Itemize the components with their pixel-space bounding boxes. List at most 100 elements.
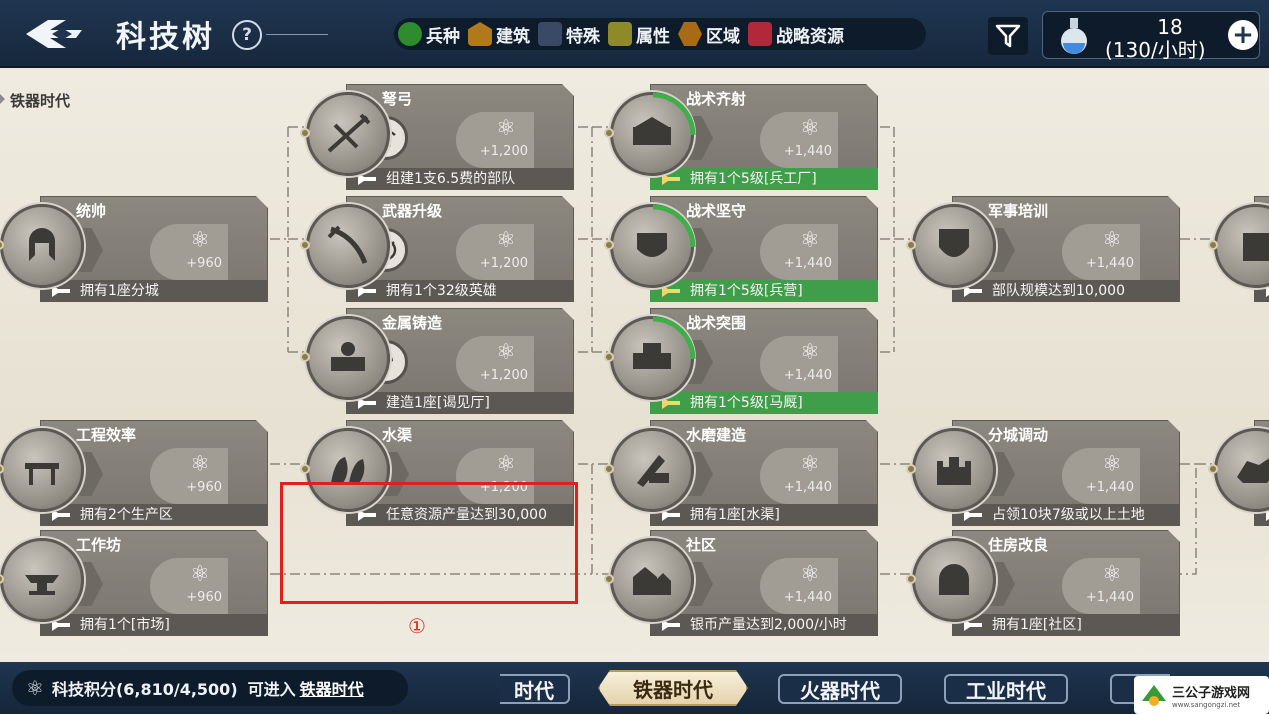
legend-item-region[interactable]: 区域 (678, 22, 740, 47)
node-requirement: 占领10块7级或以上土地 (952, 504, 1180, 526)
node-requirement: 银币产量达到2,000/小时 (650, 614, 878, 636)
tech-node[interactable]: 分城调动 ⚛ +1,440 占领10块7级或以上土地 (906, 420, 1182, 526)
atom-icon: ⚛ (800, 452, 820, 477)
tech-node[interactable]: 战术齐射 ⚛ +1,440 拥有1个5级[兵工厂] (604, 84, 880, 190)
watermark-name: 三公子游戏网 (1172, 685, 1251, 701)
legend-item-special[interactable]: 特殊 (538, 22, 600, 47)
tech-node[interactable]: 工作坊 ⚛ +960 拥有1个[市场] (0, 530, 270, 636)
atom-icon: ⚛ (800, 562, 820, 587)
tech-node[interactable]: 拥 (1208, 196, 1269, 302)
connector-dot (906, 240, 916, 250)
legend-item-unit[interactable]: 兵种 (398, 22, 460, 47)
tech-node[interactable]: 工程效率 ⚛ +960 拥有2个生产区 (0, 420, 270, 526)
node-cost: +1,440 (783, 256, 832, 271)
node-requirement: 拥有1个32级英雄 (346, 280, 574, 302)
node-cost-bg (150, 558, 228, 614)
tab-iron-age[interactable]: 铁器时代 (598, 670, 748, 706)
community-icon (610, 538, 694, 622)
node-title: 工作坊 (76, 536, 122, 554)
soldier-icon (1214, 204, 1269, 288)
connector-dot (300, 352, 310, 362)
help-icon[interactable]: ? (232, 20, 262, 50)
requirement-text: 部队规模达到10,000 (992, 283, 1125, 299)
tech-node[interactable]: 战术坚守 ⚛ +1,440 拥有1个5级[兵营] (604, 196, 880, 302)
flask-icon (1057, 16, 1091, 60)
add-resource-button[interactable]: + (1228, 20, 1258, 50)
connector-dot (604, 240, 614, 250)
connector-dot (604, 128, 614, 138)
tech-node[interactable]: 生 (1208, 420, 1269, 526)
connector-dot (1208, 240, 1218, 250)
tech-node[interactable]: 武器升级 ⚛ +1,200 拥有1个32级英雄 (300, 196, 576, 302)
atom-icon: ⚛ (496, 340, 516, 365)
tech-node[interactable]: 弩弓 ⚛ +1,200 组建1支6.5费的部队 (300, 84, 576, 190)
strategic-resource-swatch-icon (748, 22, 772, 46)
node-title: 水渠 (382, 426, 413, 444)
filter-icon[interactable] (988, 17, 1028, 55)
tech-node[interactable]: 金属铸造 ⚛ +1,200 建造1座[谒见厅] (300, 308, 576, 414)
requirement-text: 拥有2个生产区 (80, 507, 173, 523)
requirement-text: 拥有1个5级[马厩] (690, 395, 803, 411)
requirement-text: 占领10块7级或以上土地 (992, 507, 1145, 523)
node-cost-bg (760, 336, 838, 392)
node-title: 住房改良 (988, 536, 1049, 554)
node-title: 战术齐射 (686, 90, 747, 108)
node-title: 弩弓 (382, 90, 413, 108)
node-cost: +960 (186, 256, 222, 271)
node-cost: +1,440 (1085, 480, 1134, 495)
node-title: 水磨建造 (686, 426, 747, 444)
tech-tree[interactable]: 铁器时代 统帅 ⚛ +960 拥有1座分城 工程效率 ⚛ +960 拥有2个生产… (0, 70, 1269, 662)
tech-node[interactable]: 战术突围 ⚛ +1,440 拥有1个5级[马厩] (604, 308, 880, 414)
requirement-text: 组建1支6.5费的部队 (386, 171, 516, 187)
requirement-text: 拥有1座分城 (80, 283, 159, 299)
watermill-icon (610, 428, 694, 512)
tech-node[interactable]: 住房改良 ⚛ +1,440 拥有1座[社区] (906, 530, 1182, 636)
highlight-box (280, 482, 578, 604)
requirement-text: 拥有1个[市场] (80, 617, 170, 633)
region-swatch-icon (678, 22, 702, 46)
tech-node[interactable]: 统帅 ⚛ +960 拥有1座分城 (0, 196, 270, 302)
node-title: 战术突围 (686, 314, 747, 332)
legend-item-building[interactable]: 建筑 (468, 22, 530, 47)
legend-item-attribute[interactable]: 属性 (608, 22, 670, 47)
connector-dot (604, 464, 614, 474)
bottom-bar: ⚛ 科技积分(6,810/4,500) 可进入 铁器时代 时代 铁器时代 火器时… (0, 662, 1269, 714)
atom-icon: ⚛ (190, 228, 210, 253)
tech-node[interactable]: 军事培训 ⚛ +1,440 部队规模达到10,000 (906, 196, 1182, 302)
requirement-text: 拥有1个5级[兵工厂] (690, 171, 817, 187)
shield-icon (912, 204, 996, 288)
tech-node[interactable]: 社区 ⚛ +1,440 银币产量达到2,000/小时 (604, 530, 880, 636)
node-cost-bg (1062, 558, 1140, 614)
atom-icon: ⚛ (1102, 562, 1122, 587)
tab-industrial-age[interactable]: 工业时代 (944, 674, 1068, 704)
legend-label: 兵种 (426, 26, 460, 47)
connector-dot (604, 352, 614, 362)
page-title: 科技树 (116, 20, 215, 55)
enter-era-link[interactable]: 铁器时代 (300, 676, 364, 700)
node-cost-bg (760, 112, 838, 168)
watermark-url: www.sangongzi.net (1172, 700, 1241, 709)
node-title: 武器升级 (382, 202, 443, 220)
node-title: 社区 (686, 536, 717, 554)
node-title: 金属铸造 (382, 314, 443, 332)
connector-dot (604, 574, 614, 584)
tech-node[interactable]: 水磨建造 ⚛ +1,440 拥有1座[水渠] (604, 420, 880, 526)
node-requirement: 拥有1座[水渠] (650, 504, 878, 526)
node-cost: +1,440 (1085, 590, 1134, 605)
requirement-text: 拥有1座[社区] (992, 617, 1082, 633)
node-cost-bg (456, 224, 534, 280)
atom-icon: ⚛ (800, 116, 820, 141)
watermark-logo-icon (1142, 685, 1166, 706)
back-icon[interactable] (22, 16, 86, 52)
connector-dot (906, 574, 916, 584)
tab-gunpowder-age[interactable]: 火器时代 (778, 674, 902, 704)
special-swatch-icon (538, 22, 562, 46)
atom-icon: ⚛ (496, 452, 516, 477)
attribute-swatch-icon (608, 22, 632, 46)
crossbow-icon (306, 92, 390, 176)
tab-previous-era[interactable]: 时代 (500, 674, 570, 704)
castle-icon (912, 428, 996, 512)
resource-rate: (130/小时) (1105, 38, 1206, 62)
requirement-text: 拥有1座[水渠] (690, 507, 780, 523)
legend-item-strategic-resource[interactable]: 战略资源 (748, 22, 844, 47)
